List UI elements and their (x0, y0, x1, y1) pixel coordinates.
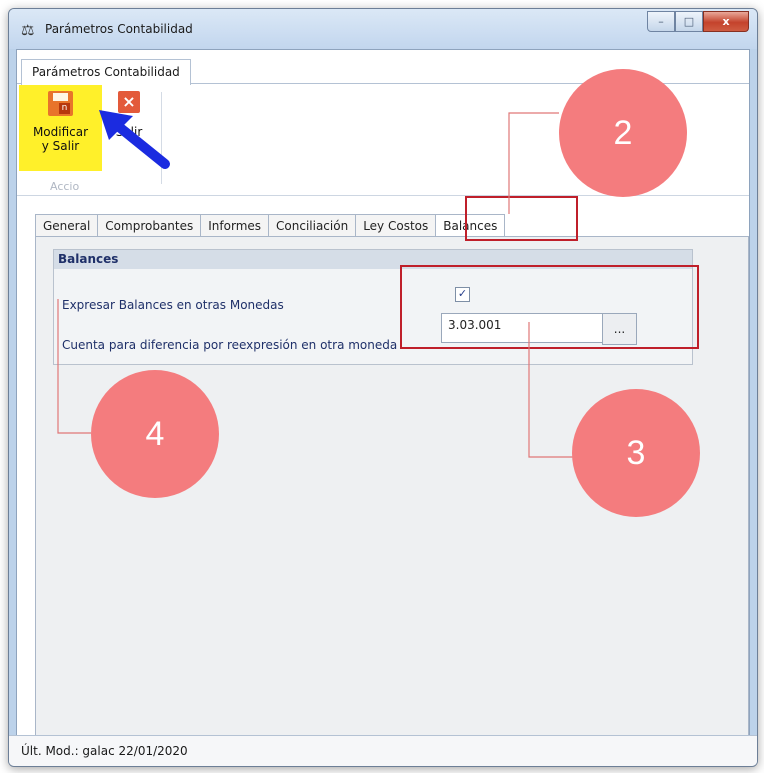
app-window: ⚖ Parámetros Contabilidad – □ x Parámetr… (8, 8, 758, 767)
ribbon-tab-parametros[interactable]: Parámetros Contabilidad (21, 59, 191, 85)
annotation-circle-4: 4 (91, 370, 219, 498)
annotation-circle-2: 2 (559, 69, 687, 197)
annotation-circle-3: 3 (572, 389, 700, 517)
